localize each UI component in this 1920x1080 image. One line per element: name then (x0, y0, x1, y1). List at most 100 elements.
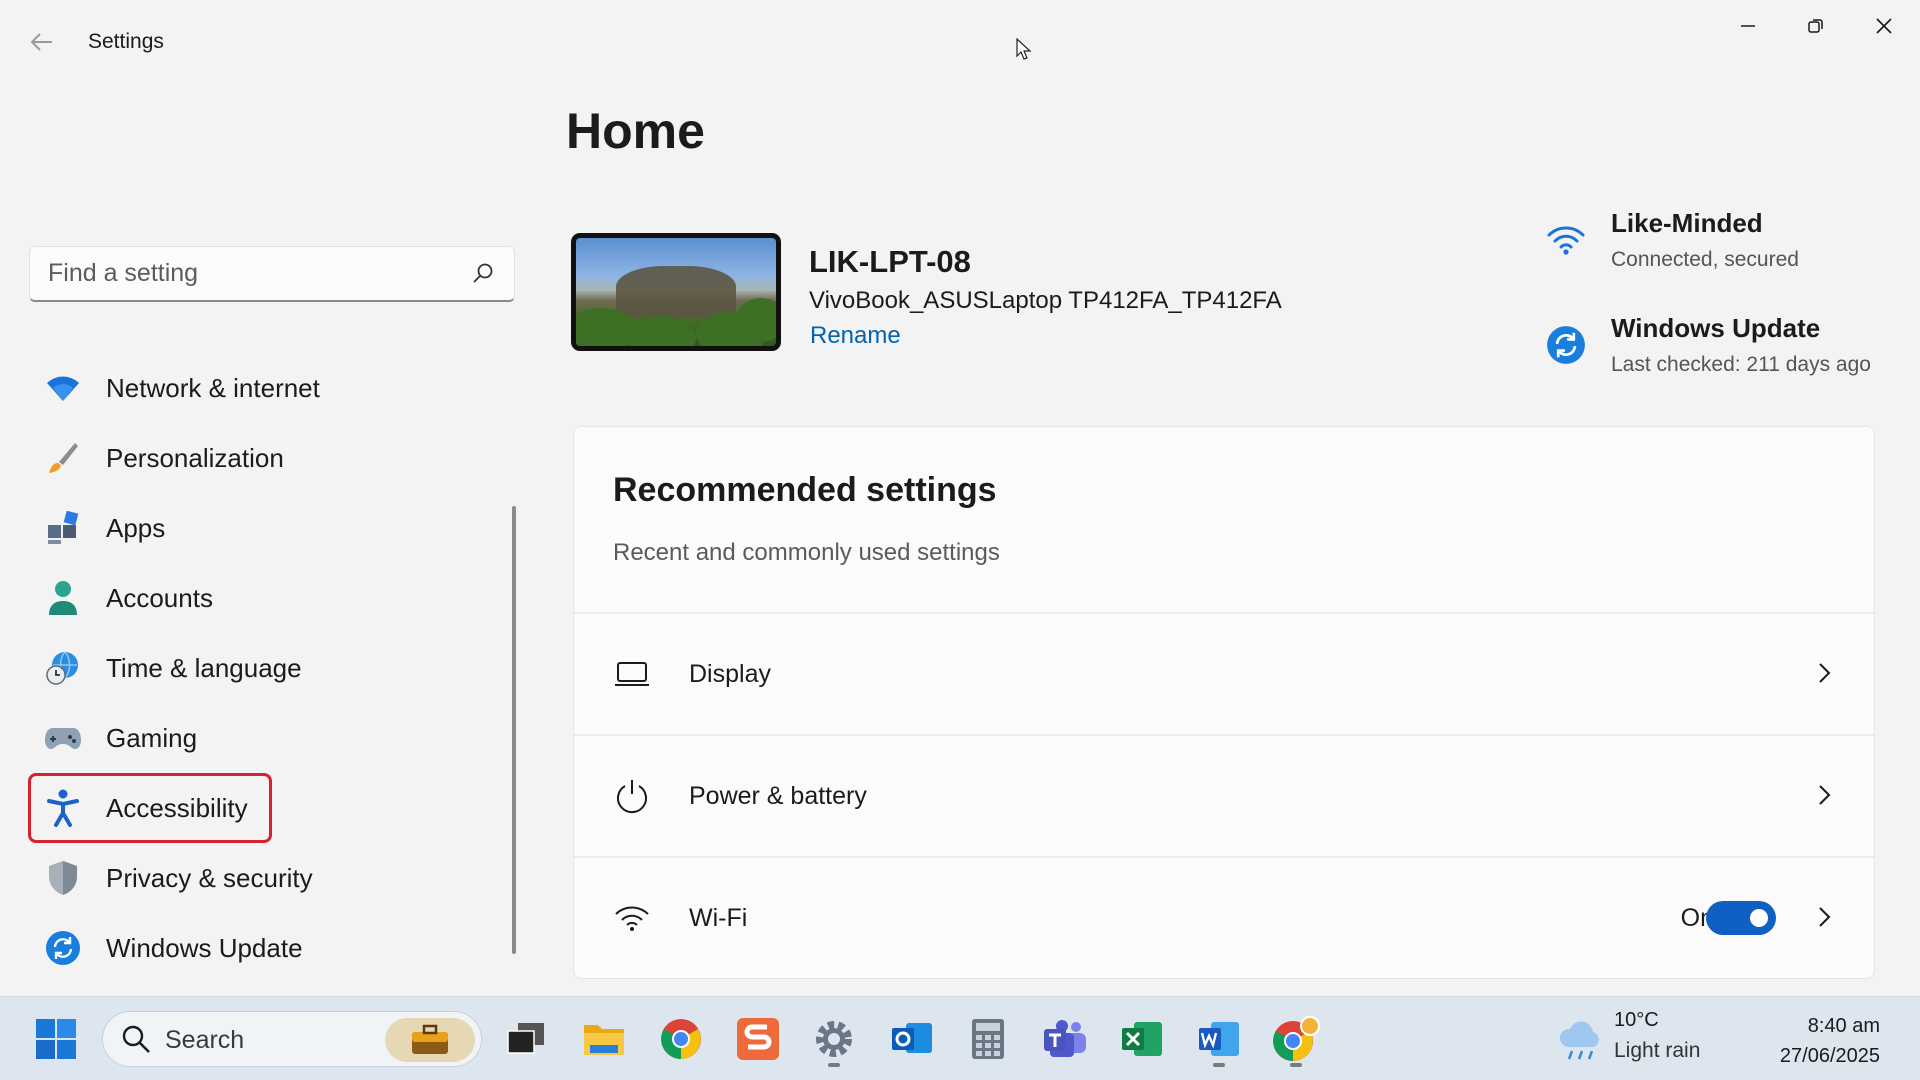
start-button[interactable] (28, 1011, 84, 1067)
folder-icon (584, 1025, 624, 1055)
taskbar-clock[interactable]: 8:40 am 27/06/2025 (1780, 1011, 1880, 1071)
globe-clock-icon (44, 649, 82, 687)
sidebar-scrollbar[interactable] (512, 506, 516, 954)
word-button[interactable] (1191, 1011, 1247, 1067)
chrome-profile-button[interactable] (1268, 1011, 1324, 1067)
gear-icon (816, 1021, 852, 1057)
weather-condition: Light rain (1614, 1039, 1701, 1062)
file-explorer-button[interactable] (576, 1011, 632, 1067)
title-bar: Settings (0, 0, 1920, 84)
excel-button[interactable] (1114, 1011, 1170, 1067)
status-windows-update[interactable]: Windows Update Last checked: 211 days ag… (1540, 313, 1900, 393)
settings-search-input[interactable] (48, 247, 468, 299)
sidebar-item-label: Apps (106, 512, 166, 543)
teams-button[interactable] (1037, 1011, 1093, 1067)
clock-date: 27/06/2025 (1779, 1045, 1880, 1067)
weather-temperature: 10°C (1614, 1009, 1659, 1031)
status-network-detail: Connected, secured (1611, 248, 1799, 271)
back-arrow-icon (30, 33, 52, 51)
sublime-s-icon (737, 1018, 779, 1060)
rename-link[interactable]: Rename (810, 322, 901, 350)
app-title: Settings (88, 30, 164, 53)
close-button[interactable] (1850, 6, 1918, 46)
sidebar-item-label: Network & internet (106, 372, 320, 403)
task-view-icon (507, 1023, 544, 1054)
sidebar-item-label: Accounts (106, 582, 213, 613)
accessibility-icon (44, 789, 82, 827)
sidebar-item-accounts[interactable]: Accounts (28, 563, 508, 633)
close-icon (1876, 18, 1892, 34)
teams-icon (1044, 1020, 1086, 1057)
sidebar-item-accessibility[interactable]: Accessibility (28, 773, 272, 843)
minimize-button[interactable] (1714, 6, 1782, 46)
running-indicator (1213, 1063, 1225, 1067)
chrome-button[interactable] (653, 1011, 709, 1067)
restore-icon (1808, 19, 1823, 33)
search-icon (473, 263, 493, 283)
recommended-row-display[interactable]: Display (574, 612, 1874, 732)
person-icon (44, 579, 82, 617)
sidebar-item-label: Gaming (106, 722, 198, 753)
task-view-button[interactable] (498, 1011, 554, 1067)
device-model: VivoBook_ASUSLaptop TP412FA_TP412FA (809, 287, 1282, 314)
page-title: Home (566, 103, 705, 159)
status-update-detail: Last checked: 211 days ago (1611, 353, 1871, 376)
sidebar-item-label: Privacy & security (106, 862, 313, 893)
row-label: Wi-Fi (689, 904, 748, 932)
briefcase-icon (385, 1018, 475, 1062)
sublime-button[interactable] (730, 1011, 786, 1067)
running-indicator (828, 1063, 840, 1067)
chevron-right-icon (1819, 785, 1831, 805)
sidebar-nav: Network & internet Personalization Apps … (28, 353, 508, 983)
status-network-name: Like-Minded (1611, 208, 1763, 238)
weather-widget[interactable]: 10°C Light rain (1556, 1009, 1736, 1069)
windows-logo-icon (36, 1019, 76, 1059)
device-name: LIK-LPT-08 (809, 244, 971, 279)
taskbar-search[interactable]: Search (102, 1011, 482, 1067)
gamepad-icon (44, 719, 82, 757)
back-button[interactable] (22, 26, 62, 58)
sidebar-item-gaming[interactable]: Gaming (28, 703, 508, 773)
recommended-row-power[interactable]: Power & battery (574, 734, 1874, 854)
outlook-icon (892, 1023, 932, 1053)
chrome-icon (661, 1019, 701, 1059)
outlook-button[interactable] (884, 1011, 940, 1067)
sidebar-item-windows-update[interactable]: Windows Update (28, 913, 508, 983)
restore-button[interactable] (1782, 6, 1850, 46)
sidebar-item-network[interactable]: Network & internet (28, 353, 508, 423)
sidebar-item-personalization[interactable]: Personalization (28, 423, 508, 493)
recommended-title: Recommended settings (613, 471, 997, 509)
laptop-icon (612, 654, 652, 694)
wifi-toggle[interactable] (1706, 901, 1776, 935)
wifi-icon (612, 898, 652, 938)
rain-cloud-icon (1559, 1021, 1599, 1060)
sidebar-item-time-language[interactable]: Time & language (28, 633, 508, 703)
sidebar-item-privacy[interactable]: Privacy & security (28, 843, 508, 913)
status-network[interactable]: Like-Minded Connected, secured (1540, 208, 1900, 288)
minimize-icon (1741, 25, 1755, 27)
row-label: Power & battery (689, 782, 867, 810)
recommended-row-wifi[interactable]: Wi-Fi On (574, 856, 1874, 976)
taskbar: Search 10°C Light rain 8:40 am 27/06/202… (0, 996, 1920, 1080)
excel-icon (1122, 1022, 1162, 1056)
search-icon (122, 1025, 150, 1053)
chevron-right-icon (1819, 907, 1831, 927)
power-icon (612, 776, 652, 816)
device-wallpaper-thumbnail[interactable] (571, 233, 781, 351)
sidebar-item-label: Time & language (106, 652, 302, 683)
sidebar-item-label: Personalization (106, 442, 284, 473)
chevron-right-icon (1819, 663, 1831, 683)
settings-taskbar-button[interactable] (806, 1011, 862, 1067)
calculator-button[interactable] (960, 1011, 1016, 1067)
sidebar-item-apps[interactable]: Apps (28, 493, 508, 563)
running-indicator (1290, 1063, 1302, 1067)
update-icon (1540, 319, 1592, 371)
word-icon (1199, 1022, 1239, 1056)
calculator-icon (972, 1019, 1004, 1059)
wifi-icon (1540, 214, 1592, 266)
brush-icon (44, 439, 82, 477)
settings-search[interactable] (29, 246, 515, 302)
sidebar-item-label: Accessibility (106, 792, 248, 823)
sidebar-item-label: Windows Update (106, 932, 303, 963)
recommended-subtitle: Recent and commonly used settings (613, 539, 1000, 566)
